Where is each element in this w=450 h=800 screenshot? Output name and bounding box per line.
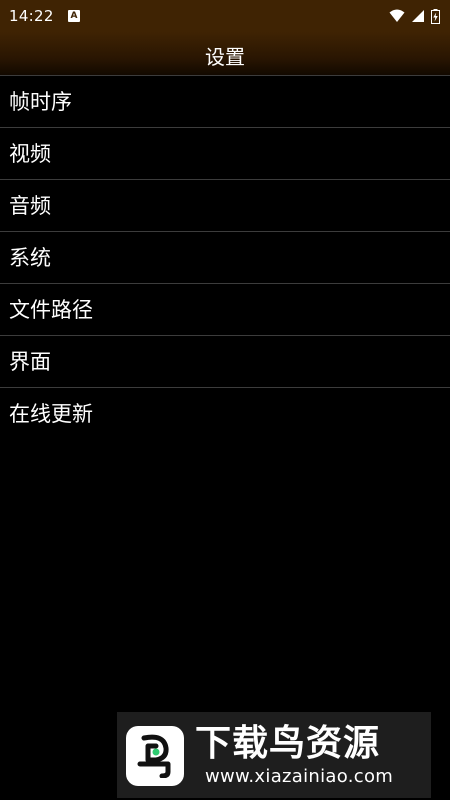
watermark-logo <box>126 726 184 786</box>
status-bar: 14:22 A <box>0 0 450 32</box>
status-time: 14:22 <box>9 7 54 25</box>
battery-charging-icon <box>431 8 440 24</box>
menu-item-frame-timing[interactable]: 帧时序 <box>0 76 450 128</box>
menu-item-label: 文件路径 <box>9 298 93 322</box>
watermark-url: www.xiazainiao.com <box>205 766 394 787</box>
bird-logo-icon <box>137 734 171 778</box>
wifi-icon <box>389 9 405 23</box>
status-icons <box>389 8 440 24</box>
settings-screen: 14:22 A 设置 帧时序 视频 音频 系统 文件路径 界面 在线更新 下载鸟… <box>0 0 450 800</box>
watermark-title: 下载鸟资源 <box>195 723 381 764</box>
menu-item-label: 在线更新 <box>9 402 93 426</box>
settings-menu-list: 帧时序 视频 音频 系统 文件路径 界面 在线更新 <box>0 75 450 439</box>
menu-item-audio[interactable]: 音频 <box>0 180 450 232</box>
menu-item-system[interactable]: 系统 <box>0 232 450 284</box>
menu-item-label: 帧时序 <box>9 90 72 114</box>
menu-item-online-update[interactable]: 在线更新 <box>0 388 450 439</box>
menu-item-video[interactable]: 视频 <box>0 128 450 180</box>
page-title: 设置 <box>205 45 245 69</box>
menu-item-interface[interactable]: 界面 <box>0 336 450 388</box>
menu-item-label: 视频 <box>9 142 51 166</box>
menu-item-label: 系统 <box>9 246 51 270</box>
notification-icon: A <box>68 10 80 22</box>
menu-item-label: 音频 <box>9 194 51 218</box>
menu-item-file-paths[interactable]: 文件路径 <box>0 284 450 336</box>
signal-icon <box>411 9 425 23</box>
app-bar: 设置 <box>0 32 450 75</box>
watermark: 下载鸟资源 www.xiazainiao.com <box>117 712 431 798</box>
menu-item-label: 界面 <box>9 350 51 374</box>
